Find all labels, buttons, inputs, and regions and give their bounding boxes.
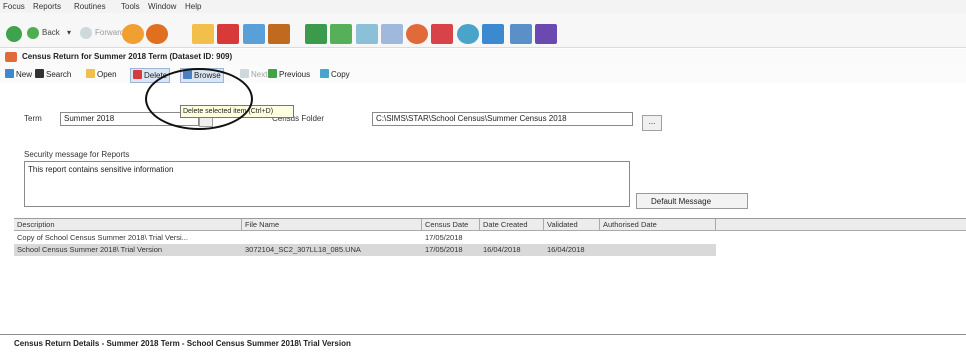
census-icon xyxy=(5,52,17,62)
next-button[interactable]: Next xyxy=(238,68,269,81)
copy-icon xyxy=(320,69,329,78)
menu-routines[interactable]: Routines xyxy=(74,2,106,11)
binoculars-icon xyxy=(35,69,44,78)
next-icon xyxy=(240,69,249,78)
details-footer: Census Return Details - Summer 2018 Term… xyxy=(0,334,966,352)
cell-description: School Census Summer 2018\ Trial Version xyxy=(17,245,163,254)
column-header-authorised-date[interactable]: Authorised Date xyxy=(600,219,716,231)
annotation-circle xyxy=(145,68,253,130)
open-label: Open xyxy=(97,70,117,79)
search-button[interactable]: Search xyxy=(33,68,73,81)
column-header-date-created[interactable]: Date Created xyxy=(480,219,544,231)
calendar-icon[interactable] xyxy=(457,24,479,44)
back-button[interactable]: Back xyxy=(42,28,60,37)
census-folder-value: C:\SIMS\STAR\School Census\Summer Census… xyxy=(376,114,567,123)
security-message-label: Security message for Reports xyxy=(24,150,130,159)
column-header-census-date[interactable]: Census Date xyxy=(422,219,480,231)
new-label: New xyxy=(16,70,33,79)
open-folder-icon xyxy=(86,69,95,78)
next-label: Next xyxy=(251,70,268,79)
cell-date-created: 16/04/2018 xyxy=(483,245,521,254)
term-value: Summer 2018 xyxy=(64,114,115,123)
column-header-description[interactable]: Description xyxy=(14,219,242,231)
column-header-file-name[interactable]: File Name xyxy=(242,219,422,231)
back-arrow-icon[interactable] xyxy=(27,27,39,39)
census-returns-grid: Description File Name Census Date Date C… xyxy=(14,218,966,319)
menu-window[interactable]: Window xyxy=(148,2,176,11)
cell-date-created xyxy=(480,232,545,244)
previous-icon xyxy=(268,69,277,78)
window-title-bar: Census Return for Summer 2018 Term (Data… xyxy=(0,49,966,65)
cell-validated xyxy=(544,232,601,244)
folder-browse-button[interactable]: ... xyxy=(642,115,662,131)
default-message-button[interactable]: Default Message xyxy=(636,193,748,209)
home-icon[interactable] xyxy=(6,26,22,42)
people-icon[interactable] xyxy=(243,24,265,44)
folder-icon[interactable] xyxy=(192,24,214,44)
menu-focus[interactable]: Focus xyxy=(3,2,25,11)
person-icon[interactable] xyxy=(482,24,504,44)
cell-authorised-date xyxy=(600,244,715,256)
group-icon[interactable] xyxy=(122,24,144,44)
copy-label: Copy xyxy=(331,70,350,79)
menu-help[interactable]: Help xyxy=(185,2,201,11)
cell-authorised-date xyxy=(600,232,715,244)
column-header-filler xyxy=(716,219,966,231)
new-button[interactable]: New xyxy=(3,68,34,81)
page-title: Census Return for Summer 2018 Term (Data… xyxy=(22,52,233,61)
menu-tools[interactable]: Tools xyxy=(121,2,140,11)
user-icon[interactable] xyxy=(146,24,168,44)
forward-button[interactable]: Forward xyxy=(95,28,124,37)
flag-icon[interactable] xyxy=(217,24,239,44)
cell-description: Copy of School Census Summer 2018\ Trial… xyxy=(17,233,188,242)
search-label: Search xyxy=(46,70,72,79)
details-title: Census Return Details - Summer 2018 Term… xyxy=(14,339,351,348)
table-row[interactable]: School Census Summer 2018\ Trial Version… xyxy=(14,244,716,256)
book-icon[interactable] xyxy=(268,24,290,44)
column-header-validated[interactable]: Validated xyxy=(544,219,600,231)
cell-file-name: 3072104_SC2_307LL18_085.UNA xyxy=(245,245,361,254)
record-toolbar: New Search Open Delete Browse Next Previ… xyxy=(0,65,966,83)
open-button[interactable]: Open xyxy=(84,68,119,81)
chart-icon[interactable] xyxy=(305,24,327,44)
new-icon xyxy=(5,69,14,78)
previous-button[interactable]: Previous xyxy=(266,68,312,81)
security-message-text: This report contains sensitive informati… xyxy=(28,165,174,174)
delete-icon xyxy=(133,70,142,79)
copy-button[interactable]: Copy xyxy=(318,68,352,81)
people-group-icon[interactable] xyxy=(406,24,428,44)
list-icon[interactable] xyxy=(356,24,378,44)
window-icon[interactable] xyxy=(510,24,532,44)
school-icon[interactable] xyxy=(431,24,453,44)
back-dropdown-icon[interactable]: ▾ xyxy=(67,28,71,37)
document-icon[interactable] xyxy=(381,24,403,44)
previous-label: Previous xyxy=(279,70,311,79)
cell-census-date: 17/05/2018 xyxy=(425,245,463,254)
census-folder-field[interactable]: C:\SIMS\STAR\School Census\Summer Census… xyxy=(372,112,633,126)
report-icon[interactable] xyxy=(330,24,352,44)
menu-bar: Focus Reports Routines Tools Window Help xyxy=(0,0,966,13)
cell-validated: 16/04/2018 xyxy=(547,245,585,254)
forward-arrow-icon[interactable] xyxy=(80,27,92,39)
mail-icon[interactable] xyxy=(535,24,557,44)
menu-reports[interactable]: Reports xyxy=(33,2,61,11)
term-label: Term xyxy=(24,114,42,123)
table-row[interactable]: Copy of School Census Summer 2018\ Trial… xyxy=(14,232,716,244)
cell-file-name xyxy=(242,232,421,244)
cell-census-date: 17/05/2018 xyxy=(425,233,463,242)
security-message-textarea[interactable]: This report contains sensitive informati… xyxy=(24,161,630,207)
